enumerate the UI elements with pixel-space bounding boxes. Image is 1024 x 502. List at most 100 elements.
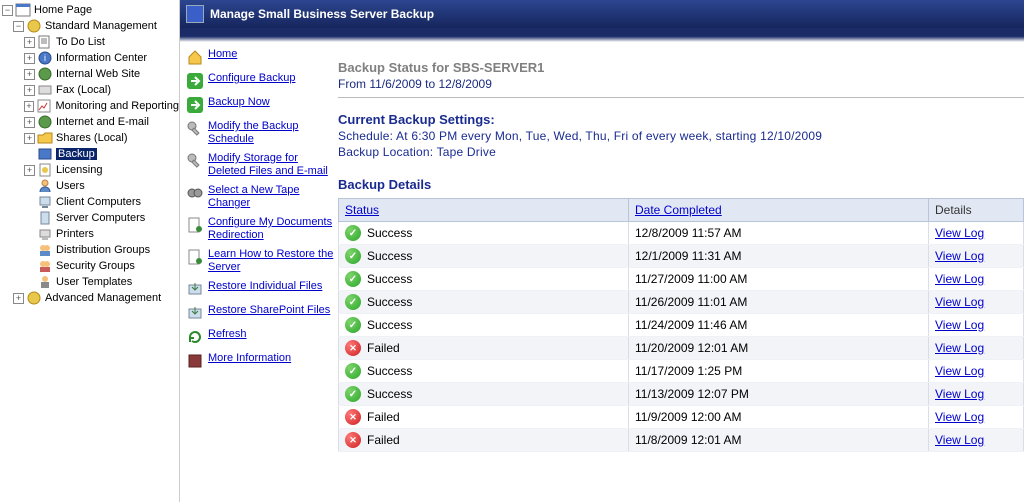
view-log-link[interactable]: View Log xyxy=(935,318,984,332)
tree-item[interactable]: User Templates xyxy=(2,274,179,290)
tree-item[interactable]: Security Groups xyxy=(2,258,179,274)
tree-item[interactable]: +Monitoring and Reporting xyxy=(2,98,179,114)
tree-item[interactable]: Server Computers xyxy=(2,210,179,226)
page-title-bar: Manage Small Business Server Backup xyxy=(180,0,1024,28)
tree-label: Standard Management xyxy=(45,20,157,32)
item-icon xyxy=(37,114,53,130)
table-row: Success12/8/2009 11:57 AMView Log xyxy=(339,222,1024,245)
cell-date: 11/26/2009 11:01 AM xyxy=(629,291,929,314)
tree-item[interactable]: +To Do List xyxy=(2,34,179,50)
cell-date: 11/24/2009 11:46 AM xyxy=(629,314,929,337)
table-row: Success12/1/2009 11:31 AMView Log xyxy=(339,245,1024,268)
action-link[interactable]: Modify Storage for Deleted Files and E-m… xyxy=(186,152,334,178)
action-label[interactable]: Refresh xyxy=(208,328,247,341)
cell-status: Success xyxy=(339,314,629,337)
collapse-icon[interactable]: − xyxy=(13,21,24,32)
expand-icon[interactable]: + xyxy=(24,69,35,80)
tree-item[interactable]: +Fax (Local) xyxy=(2,82,179,98)
view-log-link[interactable]: View Log xyxy=(935,226,984,240)
tree-item[interactable]: Users xyxy=(2,178,179,194)
col-status[interactable]: Status xyxy=(339,199,629,222)
view-log-link[interactable]: View Log xyxy=(935,249,984,263)
action-link[interactable]: Select a New Tape Changer xyxy=(186,184,334,210)
action-label[interactable]: More Information xyxy=(208,352,291,365)
success-icon xyxy=(345,317,361,333)
view-log-link[interactable]: View Log xyxy=(935,364,984,378)
expand-icon[interactable]: + xyxy=(24,117,35,128)
action-label[interactable]: Restore Individual Files xyxy=(208,280,322,293)
action-link[interactable]: Home xyxy=(186,48,334,66)
tree-item[interactable]: +iInformation Center xyxy=(2,50,179,66)
action-icon xyxy=(186,304,204,322)
table-row: Failed11/9/2009 12:00 AMView Log xyxy=(339,406,1024,429)
details-heading: Backup Details xyxy=(338,177,1024,192)
main-panel: Backup Status for SBS-SERVER1 From 11/6/… xyxy=(338,42,1024,502)
tree-root[interactable]: − Home Page xyxy=(2,2,179,18)
tree-item[interactable]: +Internal Web Site xyxy=(2,66,179,82)
view-log-link[interactable]: View Log xyxy=(935,433,984,447)
col-date[interactable]: Date Completed xyxy=(629,199,929,222)
action-link[interactable]: More Information xyxy=(186,352,334,370)
expand-icon[interactable]: + xyxy=(13,293,24,304)
view-log-link[interactable]: View Log xyxy=(935,295,984,309)
action-label[interactable]: Configure Backup xyxy=(208,72,295,85)
expand-icon[interactable]: + xyxy=(24,85,35,96)
tree-label: Users xyxy=(56,180,85,192)
status-text: Success xyxy=(367,226,412,240)
tree-label: Client Computers xyxy=(56,196,141,208)
action-link[interactable]: Modify the Backup Schedule xyxy=(186,120,334,146)
cell-details: View Log xyxy=(929,337,1024,360)
action-link[interactable]: Learn How to Restore the Server xyxy=(186,248,334,274)
cell-date: 11/20/2009 12:01 AM xyxy=(629,337,929,360)
view-log-link[interactable]: View Log xyxy=(935,341,984,355)
expand-icon[interactable]: + xyxy=(24,165,35,176)
tree-node-advanced[interactable]: + Advanced Management xyxy=(2,290,179,306)
action-label[interactable]: Learn How to Restore the Server xyxy=(208,248,334,274)
action-link[interactable]: Backup Now xyxy=(186,96,334,114)
action-icon xyxy=(186,352,204,370)
tree-item[interactable]: Distribution Groups xyxy=(2,242,179,258)
tree-item[interactable]: Printers xyxy=(2,226,179,242)
tree-item[interactable]: Client Computers xyxy=(2,194,179,210)
item-icon xyxy=(37,242,53,258)
view-log-link[interactable]: View Log xyxy=(935,410,984,424)
tree-label: Home Page xyxy=(34,4,92,16)
expand-icon[interactable]: + xyxy=(24,53,35,64)
action-link[interactable]: Configure Backup xyxy=(186,72,334,90)
action-link[interactable]: Refresh xyxy=(186,328,334,346)
expand-icon[interactable]: + xyxy=(24,37,35,48)
action-label[interactable]: Modify the Backup Schedule xyxy=(208,120,334,146)
expand-icon[interactable]: + xyxy=(24,133,35,144)
cell-status: Success xyxy=(339,245,629,268)
cell-status: Failed xyxy=(339,337,629,360)
action-link[interactable]: Restore Individual Files xyxy=(186,280,334,298)
tree-item[interactable]: +Shares (Local) xyxy=(2,130,179,146)
item-icon xyxy=(37,66,53,82)
item-icon xyxy=(37,146,53,162)
tree-item[interactable]: Backup xyxy=(2,146,179,162)
tree-item[interactable]: +Licensing xyxy=(2,162,179,178)
action-label[interactable]: Configure My Documents Redirection xyxy=(208,216,334,242)
action-link[interactable]: Configure My Documents Redirection xyxy=(186,216,334,242)
tree-label: Server Computers xyxy=(56,212,145,224)
action-label[interactable]: Modify Storage for Deleted Files and E-m… xyxy=(208,152,334,178)
tree-node-standard[interactable]: − Standard Management xyxy=(2,18,179,34)
cell-details: View Log xyxy=(929,222,1024,245)
cell-details: View Log xyxy=(929,429,1024,452)
table-row: Failed11/8/2009 12:01 AMView Log xyxy=(339,429,1024,452)
tree-label: Security Groups xyxy=(56,260,135,272)
cell-details: View Log xyxy=(929,360,1024,383)
action-link[interactable]: Restore SharePoint Files xyxy=(186,304,334,322)
status-text: Success xyxy=(367,272,412,286)
expand-icon[interactable]: + xyxy=(24,101,35,112)
success-icon xyxy=(345,363,361,379)
tree-item[interactable]: +Internet and E-mail xyxy=(2,114,179,130)
action-label[interactable]: Select a New Tape Changer xyxy=(208,184,334,210)
action-label[interactable]: Backup Now xyxy=(208,96,270,109)
view-log-link[interactable]: View Log xyxy=(935,387,984,401)
view-log-link[interactable]: View Log xyxy=(935,272,984,286)
action-label[interactable]: Home xyxy=(208,48,237,61)
collapse-icon[interactable]: − xyxy=(2,5,13,16)
action-label[interactable]: Restore SharePoint Files xyxy=(208,304,330,317)
cell-details: View Log xyxy=(929,291,1024,314)
